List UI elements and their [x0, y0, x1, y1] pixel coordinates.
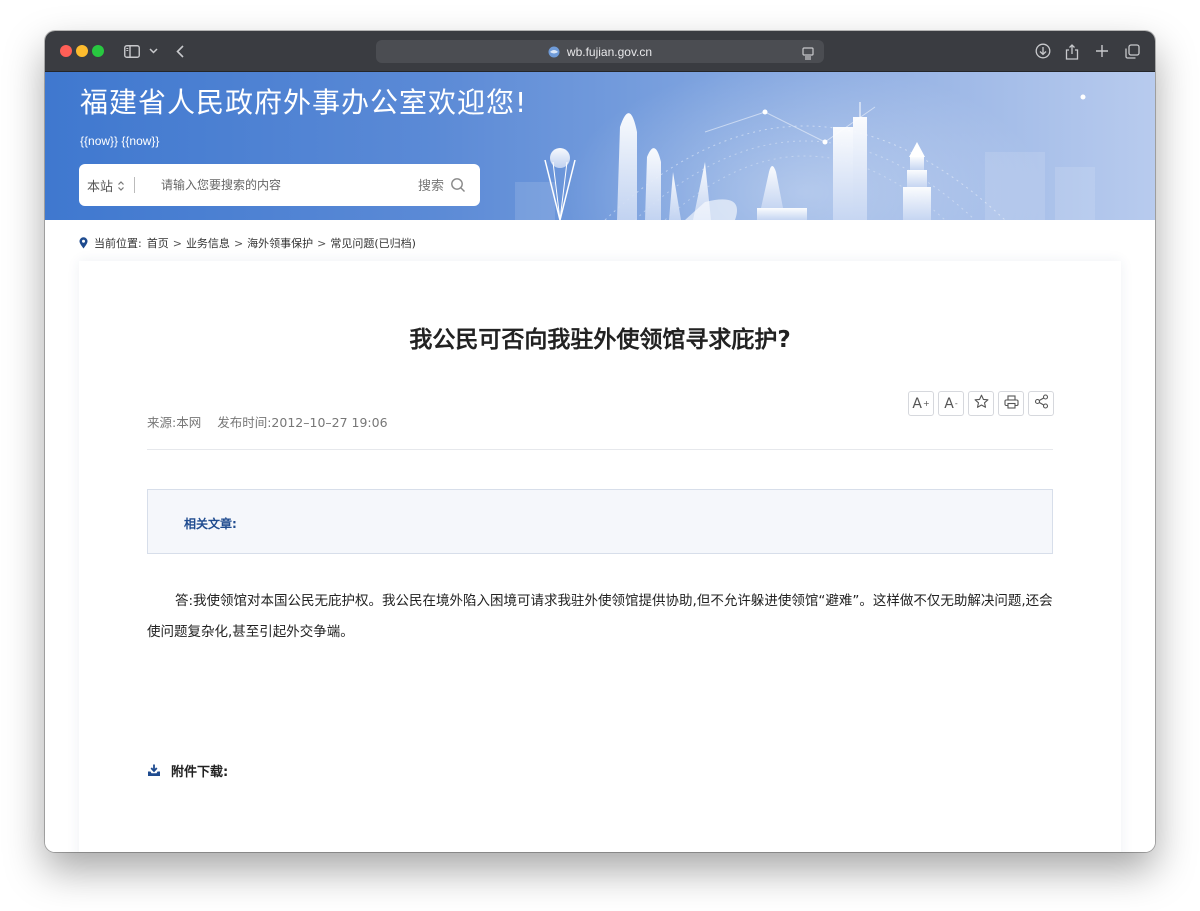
search-input[interactable]: [161, 175, 401, 195]
print-button[interactable]: [998, 391, 1024, 416]
breadcrumb-consular-protection[interactable]: 海外领事保护: [247, 235, 313, 251]
search-scope-select[interactable]: 本站: [87, 176, 125, 195]
breadcrumb-faq[interactable]: 常见问题(已归档): [330, 235, 416, 251]
breadcrumb-business-info[interactable]: 业务信息: [186, 235, 230, 251]
date-line: {{now}} {{now}}: [80, 134, 160, 148]
web-page: 福建省人民政府外事办公室欢迎您! {{now}} {{now}} 本站 搜索: [45, 72, 1155, 852]
article-source: 来源:本网: [147, 415, 202, 430]
search-box: 本站 搜索: [79, 164, 480, 206]
breadcrumb-separator: >: [172, 236, 182, 250]
back-icon[interactable]: [173, 41, 187, 61]
breadcrumb-label: 当前位置:: [94, 237, 142, 250]
search-divider: [134, 177, 135, 193]
tabs-icon[interactable]: [1123, 41, 1141, 61]
close-window-button[interactable]: [60, 45, 72, 57]
article-card: 我公民可否向我驻外使领馆寻求庇护? 来源:本网 发布时间:2012–10–27 1…: [79, 261, 1121, 852]
globe-icon: [548, 46, 560, 58]
share-icon[interactable]: [1064, 41, 1080, 61]
site-title: 福建省人民政府外事办公室欢迎您!: [80, 86, 528, 119]
font-larger-button[interactable]: A +: [908, 391, 934, 416]
search-scope-label: 本站: [87, 180, 114, 195]
address-bar[interactable]: wb.fujian.gov.cn: [376, 40, 824, 63]
download-tray-icon: [147, 764, 161, 777]
article-meta: 来源:本网 发布时间:2012–10–27 19:06: [147, 412, 388, 431]
related-articles-label: 相关文章:: [184, 517, 237, 531]
breadcrumb-separator: >: [317, 236, 327, 250]
search-icon: [450, 177, 466, 193]
font-smaller-button[interactable]: A-: [938, 391, 964, 416]
plus-icon[interactable]: [1094, 41, 1110, 61]
sort-arrows-icon: [117, 180, 125, 192]
article-tools: A + A-: [908, 391, 1054, 416]
download-icon[interactable]: [1034, 41, 1052, 61]
chevron-down-icon[interactable]: [147, 41, 159, 61]
search-button[interactable]: 搜索: [418, 175, 466, 194]
browser-window: wb.fujian.gov.cn 福建省人民政府外事办公室欢迎您! {{now}…: [45, 31, 1155, 852]
article-body: 答:我使领馆对本国公民无庇护权。我公民在境外陷入困境可请求我驻外使领馆提供协助,…: [147, 593, 1053, 640]
site-banner: 福建省人民政府外事办公室欢迎您! {{now}} {{now}} 本站 搜索: [45, 72, 1155, 220]
breadcrumb-home[interactable]: 首页: [147, 235, 169, 251]
article-title: 我公民可否向我驻外使领馆寻求庇护?: [409, 327, 791, 353]
font-smaller-label: A: [944, 395, 954, 412]
sidebar-icon[interactable]: [123, 41, 141, 61]
share-article-button[interactable]: [1028, 391, 1054, 416]
reader-icon[interactable]: [802, 45, 814, 60]
browser-toolbar: wb.fujian.gov.cn: [45, 31, 1155, 72]
font-larger-label: A: [912, 395, 922, 412]
breadcrumb-separator: >: [233, 236, 244, 250]
location-pin-icon: [79, 237, 88, 249]
search-button-label: 搜索: [418, 179, 445, 194]
minimize-window-button[interactable]: [76, 45, 88, 57]
star-icon: [974, 394, 989, 413]
meta-divider: [147, 449, 1053, 450]
article-published: 发布时间:2012–10–27 19:06: [217, 415, 388, 430]
url-text: wb.fujian.gov.cn: [566, 44, 653, 59]
related-articles-box: 相关文章:: [147, 489, 1053, 554]
font-larger-mark: +: [922, 399, 930, 408]
attachments-label: 附件下载:: [171, 765, 229, 780]
share-icon: [1034, 394, 1049, 413]
zoom-window-button[interactable]: [92, 45, 104, 57]
print-icon: [1003, 394, 1019, 413]
favorite-button[interactable]: [968, 391, 994, 416]
font-smaller-mark: -: [954, 399, 958, 408]
breadcrumb: 当前位置: 首页 > 业务信息 > 海外领事保护 > 常见问题(已归档): [79, 235, 416, 251]
attachments-section: 附件下载:: [147, 761, 228, 780]
